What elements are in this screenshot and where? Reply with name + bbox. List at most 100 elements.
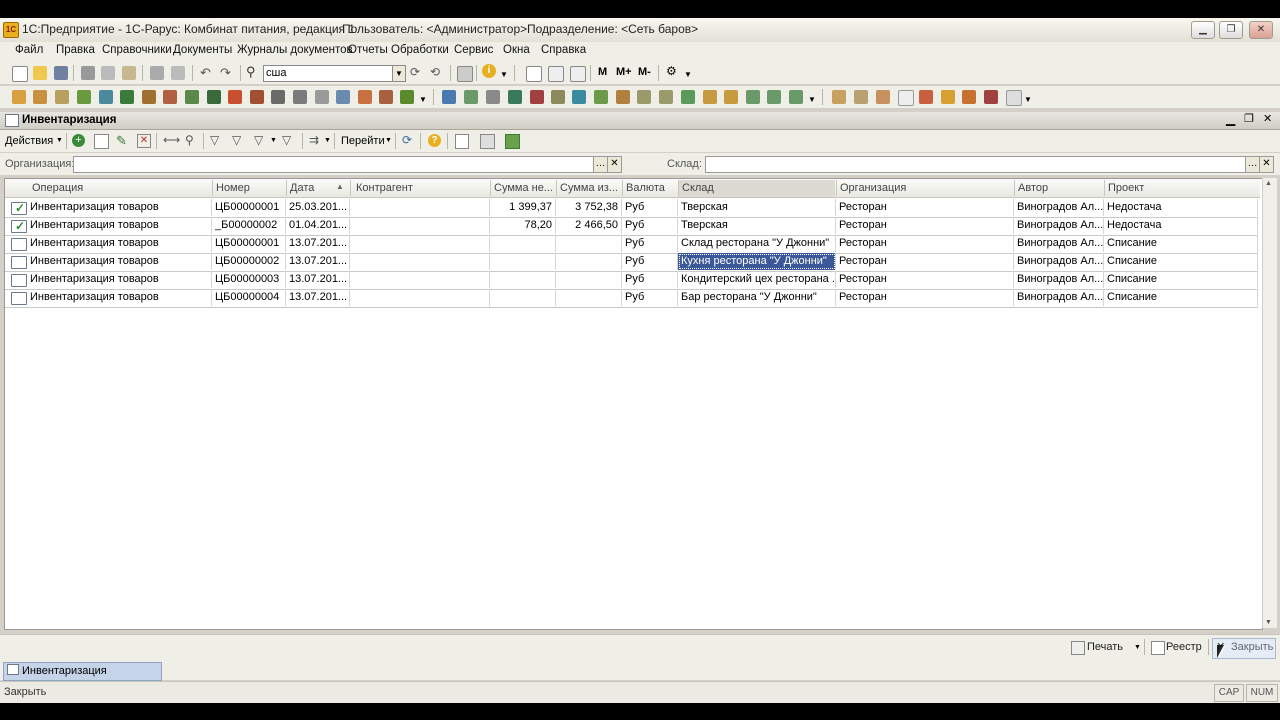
scroll-down-icon[interactable]: ▼ [1265, 619, 1272, 626]
cell-sum-shortage[interactable] [490, 253, 556, 270]
warehouse-input[interactable] [705, 156, 1246, 173]
toolbar-journal-icon[interactable] [464, 90, 478, 104]
col-header-sum-shortage[interactable]: Сумма не... [494, 182, 554, 194]
toolbar-doc-icon[interactable] [228, 90, 242, 104]
toolbar-journal-icon[interactable] [681, 90, 695, 104]
toolbar-report-icon[interactable] [832, 90, 846, 104]
cell-author[interactable]: Виноградов Ал... [1014, 235, 1104, 252]
toolbar-journal-icon[interactable] [508, 90, 522, 104]
scroll-up-icon[interactable]: ▲ [1265, 180, 1272, 187]
col-header-warehouse[interactable]: Склад [682, 182, 832, 194]
toolbar-doc-icon[interactable] [33, 90, 47, 104]
cell-counterparty[interactable] [350, 253, 490, 270]
col-header-date[interactable]: Дата [290, 182, 330, 194]
menu-catalogs[interactable]: Справочники [102, 44, 172, 56]
cell-organization[interactable]: Ресторан [836, 271, 1014, 288]
cell-operation[interactable]: Инвентаризация товаров [27, 235, 212, 252]
cell-number[interactable]: ЦБ00000002 [212, 253, 286, 270]
memo-icon[interactable] [570, 66, 586, 82]
cell-operation[interactable]: Инвентаризация товаров [27, 271, 212, 288]
menu-file[interactable]: Файл [15, 44, 43, 56]
paste-icon[interactable] [122, 66, 136, 80]
edit-icon[interactable]: ✎ [116, 133, 127, 149]
search-dropdown-button[interactable]: ▼ [392, 65, 406, 82]
toolbar-journal-icon[interactable] [530, 90, 544, 104]
menu-journals[interactable]: Журналы документов [237, 44, 353, 56]
cell-date[interactable]: 13.07.201... [286, 235, 350, 252]
cell-warehouse[interactable]: Тверская [678, 217, 836, 234]
memory-button[interactable]: M [598, 66, 607, 78]
column-divider[interactable] [556, 180, 557, 196]
menu-windows[interactable]: Окна [503, 44, 530, 56]
close-form-button[interactable]: Закрыть [1231, 641, 1273, 653]
cell-number[interactable]: _Б00000002 [212, 217, 286, 234]
calculator-icon[interactable] [548, 66, 564, 82]
chevron-down-icon[interactable]: ▼ [808, 95, 816, 104]
cell-sum-surplus[interactable] [556, 271, 622, 288]
cell-author[interactable]: Виноградов Ал... [1014, 289, 1104, 306]
column-divider[interactable] [286, 180, 287, 196]
undo-icon[interactable]: ↶ [200, 65, 211, 81]
chevron-down-icon[interactable]: ▼ [1134, 644, 1141, 651]
cell-sum-shortage[interactable] [490, 271, 556, 288]
print-icon[interactable] [150, 66, 164, 80]
doc-close-button[interactable]: ✕ [1263, 112, 1272, 125]
cell-sum-shortage[interactable]: 1 399,37 [490, 199, 556, 216]
toolbar-journal-icon[interactable] [572, 90, 586, 104]
memory-minus-button[interactable]: M- [638, 66, 651, 78]
toolbar-journal-icon[interactable] [703, 90, 717, 104]
toolbar-report-icon[interactable] [919, 90, 933, 104]
col-header-project[interactable]: Проект [1108, 182, 1248, 194]
toolbar-doc-icon[interactable] [99, 90, 113, 104]
chevron-down-icon[interactable]: ▼ [500, 70, 508, 79]
print-preview-icon[interactable] [171, 66, 185, 80]
cell-date[interactable]: 13.07.201... [286, 289, 350, 306]
toolbar-journal-icon[interactable] [724, 90, 738, 104]
delete-icon[interactable]: ✕ [137, 134, 151, 148]
toolbar-doc-icon[interactable] [185, 90, 199, 104]
toolbar-journal-icon[interactable] [659, 90, 673, 104]
cell-warehouse[interactable]: Кондитерский цех ресторана ... [678, 271, 836, 288]
table-row[interactable]: ✓ Инвентаризация товаров ЦБ00000001 25.03.2… [5, 199, 1258, 218]
info-icon[interactable]: i [482, 64, 496, 78]
cell-date[interactable]: 01.04.201... [286, 217, 350, 234]
toolbar-doc-icon[interactable] [379, 90, 393, 104]
column-divider[interactable] [836, 180, 837, 196]
menu-reports[interactable]: Отчеты [348, 44, 388, 56]
warehouse-clear-button[interactable]: ✕ [1259, 156, 1274, 173]
toolbar-report-icon[interactable] [898, 90, 914, 106]
goto-menu-button[interactable]: Перейти [341, 135, 385, 147]
toolbar-doc-icon[interactable] [77, 90, 91, 104]
column-divider[interactable] [1014, 180, 1015, 196]
menu-processing[interactable]: Обработки [391, 44, 449, 56]
calendar-icon[interactable] [526, 66, 542, 82]
toolbar-report-icon[interactable] [876, 90, 890, 104]
cell-project[interactable]: Списание [1104, 235, 1258, 252]
cell-project[interactable]: Недостача [1104, 199, 1258, 216]
cell-sum-surplus[interactable]: 2 466,50 [556, 217, 622, 234]
open-folder-icon[interactable] [33, 66, 47, 80]
cell-operation[interactable]: Инвентаризация товаров [27, 253, 212, 270]
menu-service[interactable]: Сервис [454, 44, 493, 56]
cell-warehouse[interactable]: Кухня ресторана "У Джонни" [678, 253, 836, 270]
warehouse-select-button[interactable]: … [1245, 156, 1260, 173]
cell-organization[interactable]: Ресторан [836, 253, 1014, 270]
table-row[interactable]: Инвентаризация товаров ЦБ00000002 13.07.20… [5, 253, 1258, 272]
search-prev-icon[interactable]: ⟲ [430, 65, 440, 79]
cell-operation[interactable]: Инвентаризация товаров [27, 289, 212, 306]
find-icon[interactable]: ⚲ [185, 133, 194, 147]
cell-number[interactable]: ЦБ00000001 [212, 199, 286, 216]
organization-select-button[interactable]: … [593, 156, 608, 173]
toolbar-report-icon[interactable] [854, 90, 868, 104]
toolbar-journal-icon[interactable] [442, 90, 456, 104]
cell-date[interactable]: 25.03.201... [286, 199, 350, 216]
new-document-icon[interactable] [12, 66, 28, 82]
column-divider[interactable] [212, 180, 213, 196]
cell-author[interactable]: Виноградов Ал... [1014, 253, 1104, 270]
search-icon[interactable]: ⚲ [246, 64, 256, 80]
cell-counterparty[interactable] [350, 199, 490, 216]
col-header-operation[interactable]: Операция [32, 182, 208, 194]
toolbar-journal-icon[interactable] [594, 90, 608, 104]
toolbar-doc-icon[interactable] [207, 90, 221, 104]
col-header-currency[interactable]: Валюта [626, 182, 676, 194]
